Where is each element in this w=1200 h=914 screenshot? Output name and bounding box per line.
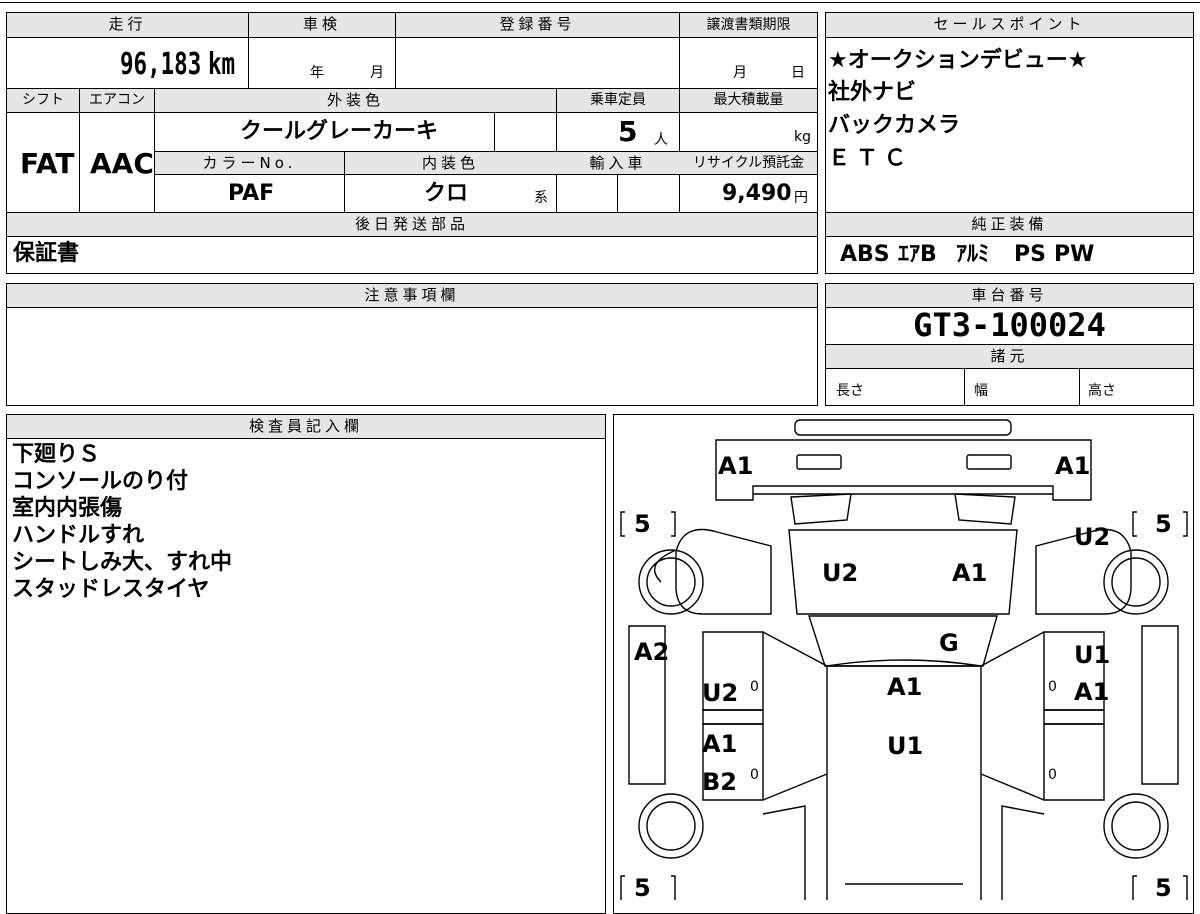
door-mark: 0 [750, 767, 759, 783]
max-load-unit: kg [794, 129, 811, 145]
recycle-unit: 円 [794, 190, 808, 206]
mileage-value: 96,183 [120, 47, 202, 82]
tire-rear-left-grade: 5 [634, 874, 651, 902]
width-label: 幅 [974, 383, 988, 399]
grade-right-fender: U2 [1074, 523, 1111, 551]
transfer-month-unit: 月 [733, 65, 747, 81]
recycle-label: リサイクル預託金 [692, 155, 805, 171]
inspector-note: 下廻りＳ [12, 442, 101, 467]
top-edge-line [0, 2, 1200, 3]
sales-point-line: ＥＴＣ [828, 146, 913, 171]
transfer-deadline-label: 譲渡書類期限 [706, 17, 791, 33]
shaken-year-unit: 年 [310, 65, 324, 81]
shaken-month-unit: 月 [370, 65, 384, 81]
specs-label: 諸元 [990, 347, 1029, 365]
interior-color-value: クロ [424, 181, 469, 206]
interior-color-label: 内装色 [421, 154, 479, 172]
grade-roof-1: A1 [887, 673, 923, 701]
capacity-unit: 人 [654, 132, 668, 148]
sales-points-label: セールスポイント [933, 15, 1086, 33]
exterior-color-value: クールグレーカーキ [240, 119, 439, 144]
tire-front-right-grade: 5 [1155, 510, 1172, 538]
color-no-label: カラーNo. [202, 154, 297, 172]
inspector-note: シートしみ大、すれ中 [12, 550, 233, 575]
grade-left-fender: A2 [634, 638, 670, 666]
grade-right-front-door-1: U1 [1074, 641, 1111, 669]
transfer-day-unit: 日 [791, 65, 805, 81]
shaken-label: 車検 [302, 15, 341, 33]
grade-front-right: A1 [1055, 452, 1091, 480]
caution-label: 注意事項欄 [364, 286, 460, 304]
shift-label: シフト [22, 92, 64, 108]
sales-point-line: バックカメラ [828, 113, 961, 138]
import-label: 輸入車 [589, 154, 647, 172]
inspector-note: コンソールのり付 [12, 469, 189, 494]
color-no-value: PAF [228, 181, 275, 206]
grade-windshield: G [939, 629, 959, 657]
mileage-unit: km [208, 47, 236, 82]
grade-left-rear-door-1: A1 [702, 730, 738, 758]
capacity-label: 乗車定員 [590, 92, 646, 108]
equipment-item: ｴｱB [898, 242, 937, 267]
inspector-label: 検査員記入欄 [248, 417, 363, 435]
grade-hood-left: U2 [822, 559, 859, 587]
grade-roof-2: U1 [887, 732, 924, 760]
grade-front-left: A1 [718, 452, 754, 480]
inspector-note: 室内内張傷 [12, 496, 123, 521]
registration-label: 登録番号 [499, 15, 576, 33]
max-load-label: 最大積載量 [713, 92, 784, 108]
mileage-label: 走行 [108, 15, 147, 33]
equipment-item: PW [1054, 242, 1095, 267]
equipment-item: ABS [840, 242, 890, 267]
capacity-value: 5 [618, 115, 638, 148]
sales-point-line: 社外ナビ [828, 80, 917, 105]
equipment-label: 純正装備 [971, 215, 1048, 233]
chassis-label: 車台番号 [971, 286, 1048, 304]
later-parts-value: 保証書 [13, 241, 80, 266]
interior-color-suffix: 系 [534, 190, 548, 206]
equipment-item: PS [1014, 242, 1046, 267]
door-mark: 0 [750, 679, 759, 695]
door-mark: 0 [1048, 767, 1057, 783]
aircon-label: エアコン [89, 92, 145, 108]
grade-left-rear-door-2: B2 [702, 768, 737, 796]
tire-rear-right-grade: 5 [1155, 874, 1172, 902]
sales-point-line: ★オークションデビュー★ [828, 48, 1088, 73]
height-label: 高さ [1088, 383, 1116, 399]
chassis-number: GT3-100024 [913, 306, 1106, 344]
equipment-item: ｱﾙﾐ [956, 242, 990, 267]
tire-front-left-grade: 5 [634, 510, 651, 538]
grade-hood-right: A1 [952, 559, 988, 587]
later-parts-label: 後日発送部品 [354, 215, 469, 233]
shift-value: FAT [20, 147, 75, 180]
grade-right-front-door-2: A1 [1074, 678, 1110, 706]
grade-left-front-door: U2 [702, 679, 739, 707]
door-mark: 0 [1048, 679, 1057, 695]
inspector-note: ハンドルすれ [12, 523, 145, 548]
length-label: 長さ [836, 383, 864, 399]
recycle-value: 9,490 [722, 181, 792, 206]
inspector-note: スタッドレスタイヤ [12, 577, 210, 602]
aircon-value: AAC [90, 147, 154, 180]
exterior-color-label: 外装色 [326, 91, 384, 109]
